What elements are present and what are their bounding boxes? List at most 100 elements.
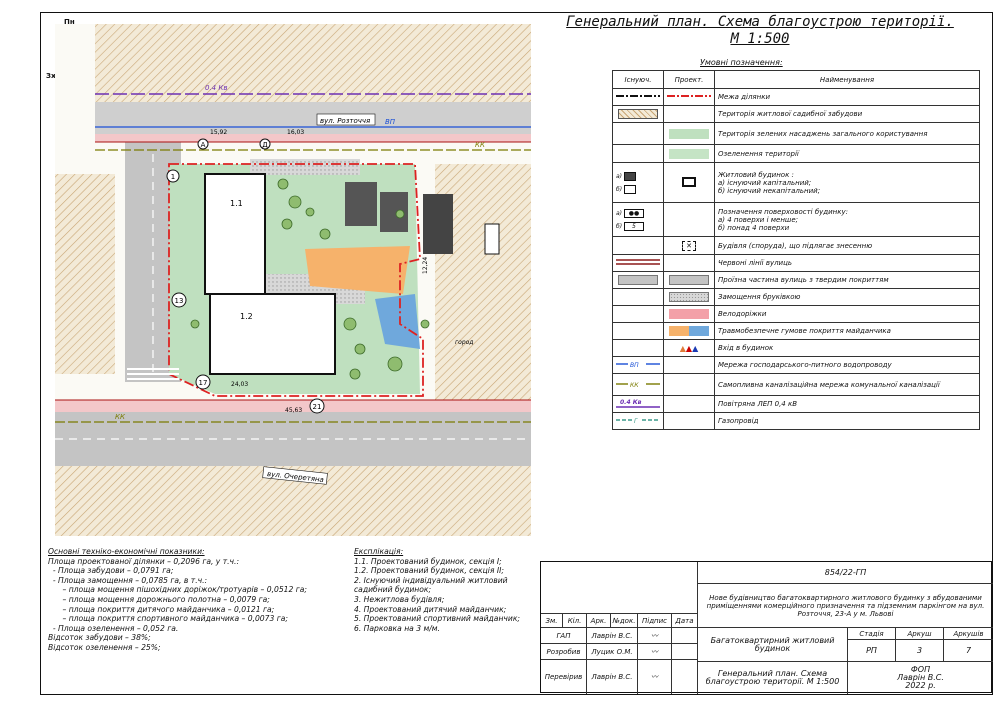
kk-label-north: КК [475,141,486,149]
sewer-line-icon: КК [616,382,660,389]
org-year: 2022 р. [905,681,936,690]
garden-label: город [455,339,473,346]
tep-line: - Площа озеленення – 0,052 га. [48,623,179,633]
role-gap: ГАП [541,628,587,644]
house-noncapital-icon [623,184,636,194]
mark-b: б) [616,222,623,230]
legend-row-label: Житловий будинок : [718,170,794,179]
house-projected-icon [682,176,696,187]
explication-title: Експлікація: [354,547,404,556]
street-label-north: вул. Розточчя [320,117,370,125]
building-1-2 [209,293,336,375]
legend-row-sub: а) 4 поверхи і менше; [718,215,798,224]
tep-title: Основні техніко-економічні показники: [48,547,205,556]
lep-label: 0.4 Кв [205,84,227,92]
legend-row-label: Мережа господарського-питного водопровод… [714,356,980,374]
greening-swatch-icon [669,148,709,159]
legend-header-existing: Існуюч. [612,70,664,89]
legend-row-label: Територія житлової садибної забудови [714,105,980,123]
explication-line: 3. Нежитлова будівля; [354,594,445,604]
tep-line: Площа проектованої ділянки – 0,2096 га, … [48,556,240,566]
boundary-existing-icon [616,95,660,97]
legend-row-sub: а) існуючий капітальний; [718,178,812,187]
dim-5: 12,24 [422,257,429,274]
project-name: Нове будівництво багатоквартирного житло… [698,584,993,628]
tep-block: Основні техніко-економічні показники: Пл… [48,547,344,653]
boundary-projected-icon [667,95,711,97]
existing-house-1 [345,182,377,226]
residential-swatch-icon [618,109,658,119]
organization: ФОП Лаврін В.С. 2022 р. [848,662,993,694]
drawing-title: Генеральний план. Схема благоустрою тери… [560,14,960,48]
legend-row-sub: б) існуючий некапітальний; [718,186,821,195]
road-projected-swatch-icon [669,275,709,285]
legend-row-sub: б) понад 4 поверхи [718,223,790,232]
dim-4: 45,63 [285,407,302,414]
legend-row-label: Будівля (споруда), що підлягає знесенню [714,236,980,255]
svg-text:1: 1 [171,173,175,181]
red-line-existing-icon [616,259,660,265]
drawing-title-scale: М 1:500 [730,31,790,47]
sheet-value: 3 [896,640,944,662]
legend-row-label: Червоні лінії вулиць [714,254,980,272]
gas-line-icon: Г [616,418,660,425]
mark-b: б) [616,185,623,193]
legend-row-label: Самопливна каналізаційна мережа комуналь… [714,373,980,396]
existing-house-4 [484,223,500,255]
explication-line: 6. Парковка на 3 м/м. [354,623,440,633]
residential-zone-south [55,454,531,536]
floors-high-icon: 5 [623,221,644,231]
svg-text:А: А [201,141,206,149]
col-sign: Підпис [638,614,672,628]
drawing-name: Генеральний план. Схема благоустрою тери… [698,662,848,694]
svg-text:13: 13 [175,297,184,305]
sheets-value: 7 [944,640,993,662]
vp-label: ВП [385,118,396,126]
building-1-1 [204,173,266,295]
explication-line: 4. Проектований дитячий майданчик; [354,604,507,614]
dim-1: 15,92 [210,129,227,136]
legend-caption: Умовні позначення: [700,58,783,67]
svg-text:17: 17 [199,379,208,387]
legend-row-label: Травмобезпечне гумове покриття майданчик… [714,322,980,340]
signature-icon: 〰 [638,628,672,644]
demolition-icon: ✕ [682,240,696,251]
water-line-icon: ВП [616,362,660,369]
tep-line: – площа мощення дорожнього полотна – 0,0… [48,594,270,604]
legend-row-label: Замощення бруківкою [714,288,980,306]
rubber-surface-swatch-icon [669,326,709,336]
building-1-2-label: 1.2 [240,312,253,321]
legend-row-label: Велодоріжки [714,305,980,323]
name-checker: Лаврін В.С. [587,660,638,694]
bike-lane-swatch-icon [669,309,709,319]
legend-row-label: Позначення поверховості будинку: [718,207,848,216]
col-qty: Кіл. [563,614,587,628]
svg-text:КК: КК [630,382,639,388]
svg-text:ВП: ВП [630,362,639,368]
name-gap: Лаврін В.С. [587,628,638,644]
tep-line: - Площа забудови – 0,0791 га; [48,566,174,576]
legend-row-label: Повітряна ЛЕП 0,4 кВ [714,395,980,413]
legend-row-label: Озеленення території [714,144,980,163]
explication-line: 1.1. Проектований будинок, секція І; [354,556,502,566]
site-plan-map: 1.1 1.2 0.4 Кв ВП КК КК вул. Розточчя ву… [55,24,531,536]
mark-a: а) [616,172,623,180]
col-doc: №док. [611,614,638,628]
tep-line: Відсоток забудови – 38%; [48,633,151,643]
sheets-header: Аркушів [944,628,993,640]
legend-header-projected: Проект. [663,70,715,89]
stage-header: Стадія [848,628,896,640]
svg-text:Г: Г [634,418,638,424]
legend-row-label: Газопровід [714,412,980,430]
kk-label-south: КК [115,413,126,421]
tep-line: – площа покриття дитячого майданчика – 0… [48,604,275,614]
legend-row-label: Вхід в будинок [714,339,980,357]
legend-row-label: Проїзна частина вулиць з твердим покритт… [714,271,980,289]
legend-row-label: Територія зелених насаджень загального к… [714,122,980,145]
residential-zone-west [55,174,115,374]
dim-3: 24,03 [231,381,248,388]
street-north [95,102,531,134]
col-sheet: Арк. [587,614,611,628]
public-green-swatch-icon [669,128,709,139]
col-change: Зм. [541,614,563,628]
